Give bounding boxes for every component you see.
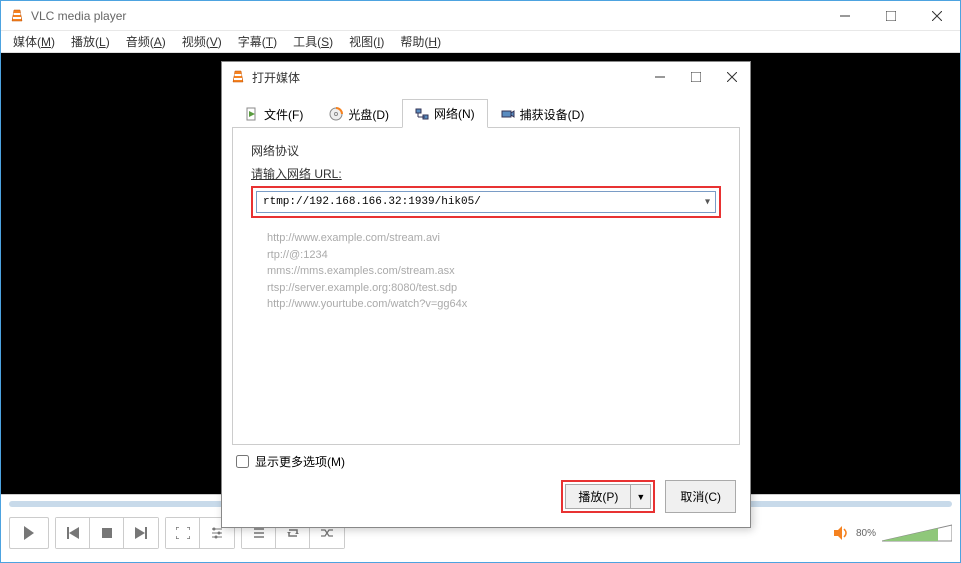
- menu-bar: 媒体(M)播放(L)音频(A)视频(V)字幕(T)工具(S)视图(I)帮助(H): [1, 31, 960, 53]
- close-button[interactable]: [914, 1, 960, 31]
- tab-disc[interactable]: 光盘(D): [316, 99, 402, 128]
- capture-icon: [501, 107, 515, 121]
- tab-file[interactable]: 文件(F): [232, 99, 316, 128]
- network-section-label: 网络协议: [251, 142, 721, 159]
- more-options-label: 显示更多选项(M): [255, 453, 345, 470]
- tab-capture[interactable]: 捕获设备(D): [488, 99, 598, 128]
- menu-item-m[interactable]: 媒体(M): [5, 31, 63, 52]
- network-icon: [415, 107, 429, 121]
- open-media-dialog: 打开媒体 文件(F) 光盘(D) 网络(N): [221, 61, 751, 528]
- menu-item-v[interactable]: 视频(V): [174, 31, 230, 52]
- menu-item-i[interactable]: 视图(I): [341, 31, 392, 52]
- main-window-title: VLC media player: [31, 9, 822, 23]
- example-line: rtp://@:1234: [267, 247, 721, 264]
- dialog-tabs: 文件(F) 光盘(D) 网络(N) 捕获设备(D): [232, 98, 740, 128]
- vlc-icon: [230, 69, 246, 85]
- dialog-minimize-button[interactable]: [642, 64, 678, 90]
- more-options-checkbox[interactable]: [236, 455, 249, 468]
- volume-icon[interactable]: [834, 526, 850, 540]
- menu-item-l[interactable]: 播放(L): [63, 31, 118, 52]
- fullscreen-button[interactable]: [166, 518, 200, 548]
- prev-button[interactable]: [56, 518, 90, 548]
- file-icon: [245, 107, 259, 121]
- example-line: mms://mms.examples.com/stream.asx: [267, 263, 721, 280]
- maximize-button[interactable]: [868, 1, 914, 31]
- vlc-icon: [9, 8, 25, 24]
- dialog-title: 打开媒体: [252, 69, 642, 86]
- example-line: http://www.example.com/stream.avi: [267, 230, 721, 247]
- url-examples: http://www.example.com/stream.avirtp://@…: [251, 230, 721, 430]
- example-line: http://www.yourtube.com/watch?v=gg64x: [267, 296, 721, 313]
- minimize-button[interactable]: [822, 1, 868, 31]
- dialog-play-button[interactable]: 播放(P): [565, 484, 630, 509]
- dialog-close-button[interactable]: [714, 64, 750, 90]
- volume-label: 80%: [856, 528, 876, 539]
- example-line: rtsp://server.example.org:8080/test.sdp: [267, 280, 721, 297]
- main-title-bar: VLC media player: [1, 1, 960, 31]
- menu-item-s[interactable]: 工具(S): [285, 31, 341, 52]
- volume-slider[interactable]: [882, 523, 952, 543]
- dialog-play-dropdown[interactable]: ▼: [630, 484, 651, 509]
- menu-item-t[interactable]: 字幕(T): [230, 31, 285, 52]
- disc-icon: [329, 107, 343, 121]
- url-input[interactable]: [256, 191, 716, 213]
- next-button[interactable]: [124, 518, 158, 548]
- dialog-title-bar: 打开媒体: [222, 62, 750, 92]
- url-label: 请输入网络 URL:: [251, 165, 721, 182]
- dialog-maximize-button[interactable]: [678, 64, 714, 90]
- dialog-cancel-button[interactable]: 取消(C): [665, 480, 736, 513]
- url-input-highlight: ▾: [251, 186, 721, 218]
- play-button-highlight: 播放(P) ▼: [561, 480, 655, 513]
- tab-network[interactable]: 网络(N): [402, 99, 488, 128]
- menu-item-h[interactable]: 帮助(H): [392, 31, 449, 52]
- play-button[interactable]: [9, 517, 49, 549]
- stop-button[interactable]: [90, 518, 124, 548]
- menu-item-a[interactable]: 音频(A): [118, 31, 174, 52]
- tab-content-network: 网络协议 请输入网络 URL: ▾ http://www.example.com…: [232, 128, 740, 445]
